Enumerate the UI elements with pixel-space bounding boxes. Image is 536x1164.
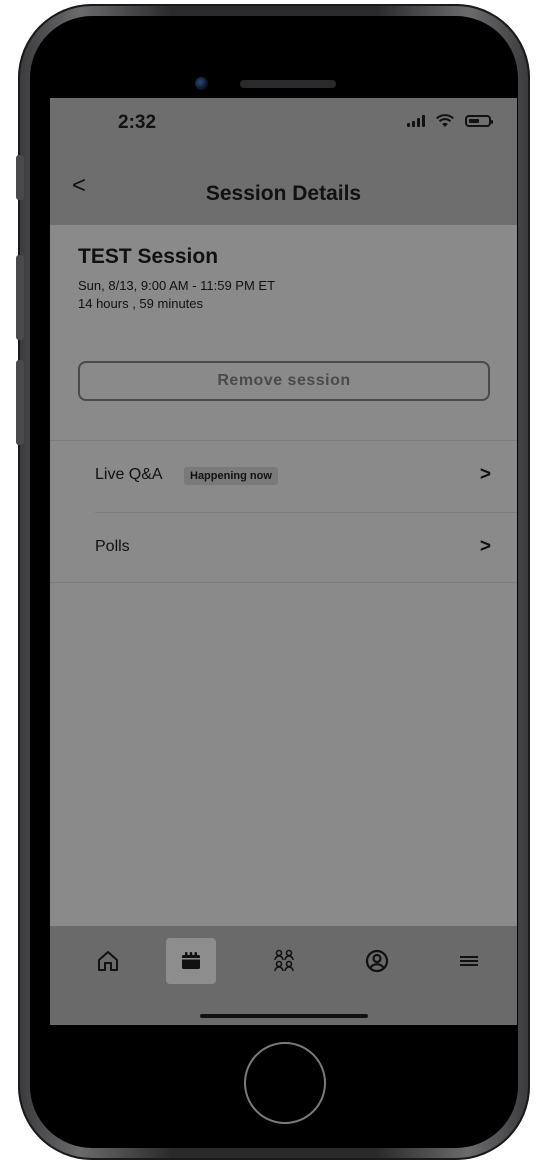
screen: 2:32 < Session Details TEST Session Sun,…: [50, 98, 517, 1025]
mute-switch: [16, 155, 24, 200]
row-polls-label: Polls: [95, 538, 130, 555]
chevron-right-icon: >: [479, 464, 491, 485]
volume-up-button: [16, 255, 24, 340]
session-title: TEST Session: [78, 245, 219, 268]
nav-bar: < Session Details: [50, 150, 517, 225]
battery-icon: [465, 115, 493, 127]
volume-down-button: [16, 360, 24, 445]
tab-menu[interactable]: [444, 938, 494, 984]
wifi-icon: [436, 114, 454, 127]
session-duration: 14 hours , 59 minutes: [78, 296, 204, 311]
home-button[interactable]: [244, 1042, 326, 1124]
status-icons: [407, 114, 493, 128]
status-time: 2:32: [118, 112, 157, 133]
people-icon: [274, 949, 294, 972]
row-polls[interactable]: Polls >: [50, 513, 517, 583]
tab-schedule[interactable]: [166, 938, 216, 984]
chevron-right-icon: >: [479, 536, 491, 557]
front-camera: [195, 77, 208, 90]
status-bar: 2:32: [50, 98, 517, 150]
divider: [50, 582, 517, 583]
home-indicator: [200, 1014, 368, 1018]
row-live-qa[interactable]: Live Q&A Happening now >: [50, 441, 517, 511]
happening-now-badge: Happening now: [184, 467, 278, 485]
session-date: Sun, 8/13, 9:00 AM - 11:59 PM ET: [78, 278, 276, 293]
earpiece-speaker: [240, 80, 336, 88]
home-icon: [98, 951, 118, 971]
calendar-icon: [182, 952, 200, 969]
row-live-qa-label: Live Q&A: [95, 466, 163, 483]
tab-profile[interactable]: [352, 938, 402, 984]
cellular-signal-icon: [407, 115, 425, 127]
tab-attendees[interactable]: [259, 938, 309, 984]
menu-icon: [460, 956, 478, 966]
tab-home[interactable]: [83, 938, 133, 984]
profile-icon: [365, 949, 389, 973]
remove-session-button[interactable]: Remove session: [78, 361, 490, 401]
tab-bar: [50, 926, 517, 1025]
page-title: Session Details: [205, 182, 362, 205]
